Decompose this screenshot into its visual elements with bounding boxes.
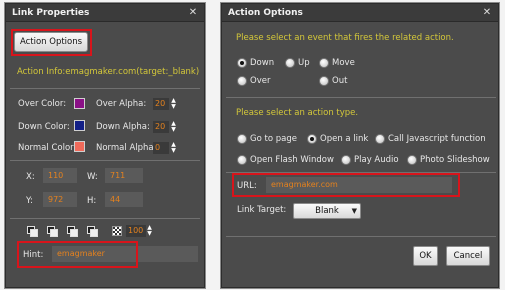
link-target-select[interactable]: Blank ▼ — [293, 203, 361, 219]
action-label-photo-slideshow: Photo Slideshow — [420, 155, 490, 165]
event-radio-over[interactable] — [237, 76, 247, 86]
down-color-label: Down Color: — [18, 122, 70, 132]
event-label-up: Up — [298, 58, 310, 68]
w-label: W: — [87, 172, 98, 182]
hint-highlight — [17, 241, 138, 268]
action-radio-play-audio[interactable] — [341, 155, 351, 165]
w-input[interactable]: 711 — [105, 168, 143, 183]
opacity-input[interactable]: 100 — [126, 225, 146, 237]
y-label: Y: — [26, 196, 33, 206]
over-color-label: Over Color: — [18, 99, 67, 109]
action-label-play-audio: Play Audio — [354, 155, 399, 165]
spinner-arrows-icon[interactable]: ▲ ▼ — [171, 142, 176, 154]
h-input[interactable]: 44 — [105, 192, 143, 207]
action-radio-open-link[interactable] — [307, 134, 317, 144]
action-info-text: Action Info:emagmaker.com(target:_blank) — [17, 67, 200, 77]
left-divider-2 — [10, 160, 200, 161]
link-target-value: Blank — [315, 206, 339, 216]
right-divider-1 — [226, 97, 496, 98]
h-label: H: — [87, 196, 97, 206]
action-label-open-link: Open a link — [320, 134, 369, 144]
action-options-title: Action Options — [228, 7, 303, 18]
event-label-over: Over — [250, 76, 271, 86]
action-label-open-flash-window: Open Flash Window — [250, 155, 334, 165]
event-radio-out[interactable] — [319, 76, 329, 86]
x-label: X: — [26, 172, 35, 182]
link-properties-titlebar: Link Properties ✕ — [6, 4, 204, 22]
ok-button[interactable]: OK — [413, 246, 438, 266]
left-divider-1 — [10, 88, 200, 89]
bring-forward-icon[interactable] — [47, 226, 58, 237]
event-prompt: Please select an event that fires the re… — [236, 33, 454, 43]
event-label-down: Down — [250, 58, 275, 68]
spinner-arrows-icon[interactable]: ▲ ▼ — [171, 121, 176, 133]
over-alpha-label: Over Alpha: — [96, 99, 147, 109]
event-radio-down[interactable] — [237, 58, 247, 68]
normal-alpha-label: Normal Alpha: — [96, 143, 157, 153]
action-label-go-to-page: Go to page — [250, 134, 297, 144]
action-options-highlight — [11, 29, 92, 56]
normal-color-label: Normal Color: — [18, 143, 77, 153]
action-options-titlebar: Action Options ✕ — [222, 4, 498, 22]
x-input[interactable]: 110 — [43, 168, 77, 183]
down-alpha-label: Down Alpha: — [96, 122, 150, 132]
link-properties-title: Link Properties — [12, 7, 90, 18]
down-color-swatch[interactable] — [74, 120, 85, 131]
action-radio-call-javascript[interactable] — [375, 134, 385, 144]
event-label-move: Move — [332, 58, 355, 68]
close-icon[interactable]: ✕ — [188, 7, 198, 18]
normal-alpha-input[interactable]: 0 — [153, 142, 169, 154]
send-backward-icon[interactable] — [67, 226, 78, 237]
spinner-arrows-icon[interactable]: ▲ ▼ — [171, 98, 176, 110]
action-radio-go-to-page[interactable] — [237, 134, 247, 144]
cancel-button[interactable]: Cancel — [446, 246, 490, 266]
event-radio-up[interactable] — [285, 58, 295, 68]
over-alpha-input[interactable]: 20 — [153, 98, 169, 110]
action-prompt: Please select an action type. — [236, 108, 359, 118]
url-highlight — [232, 173, 460, 197]
action-radio-photo-slideshow[interactable] — [407, 155, 417, 165]
event-radio-move[interactable] — [319, 58, 329, 68]
close-icon[interactable]: ✕ — [482, 7, 492, 18]
over-color-swatch[interactable] — [74, 98, 85, 109]
spinner-arrows-icon[interactable]: ▲ ▼ — [147, 225, 152, 237]
left-divider-3 — [10, 218, 200, 219]
event-label-out: Out — [332, 76, 348, 86]
bring-to-front-icon[interactable] — [27, 226, 38, 237]
y-input[interactable]: 972 — [43, 192, 77, 207]
normal-color-swatch[interactable] — [74, 141, 85, 152]
right-divider-3 — [226, 236, 496, 237]
chevron-down-icon: ▼ — [351, 207, 357, 215]
opacity-icon — [112, 226, 122, 236]
action-label-call-javascript: Call Javascript function — [388, 134, 486, 144]
link-target-label: Link Target: — [237, 205, 287, 215]
action-radio-open-flash-window[interactable] — [237, 155, 247, 165]
send-to-back-icon[interactable] — [87, 226, 98, 237]
down-alpha-input[interactable]: 20 — [153, 121, 169, 133]
